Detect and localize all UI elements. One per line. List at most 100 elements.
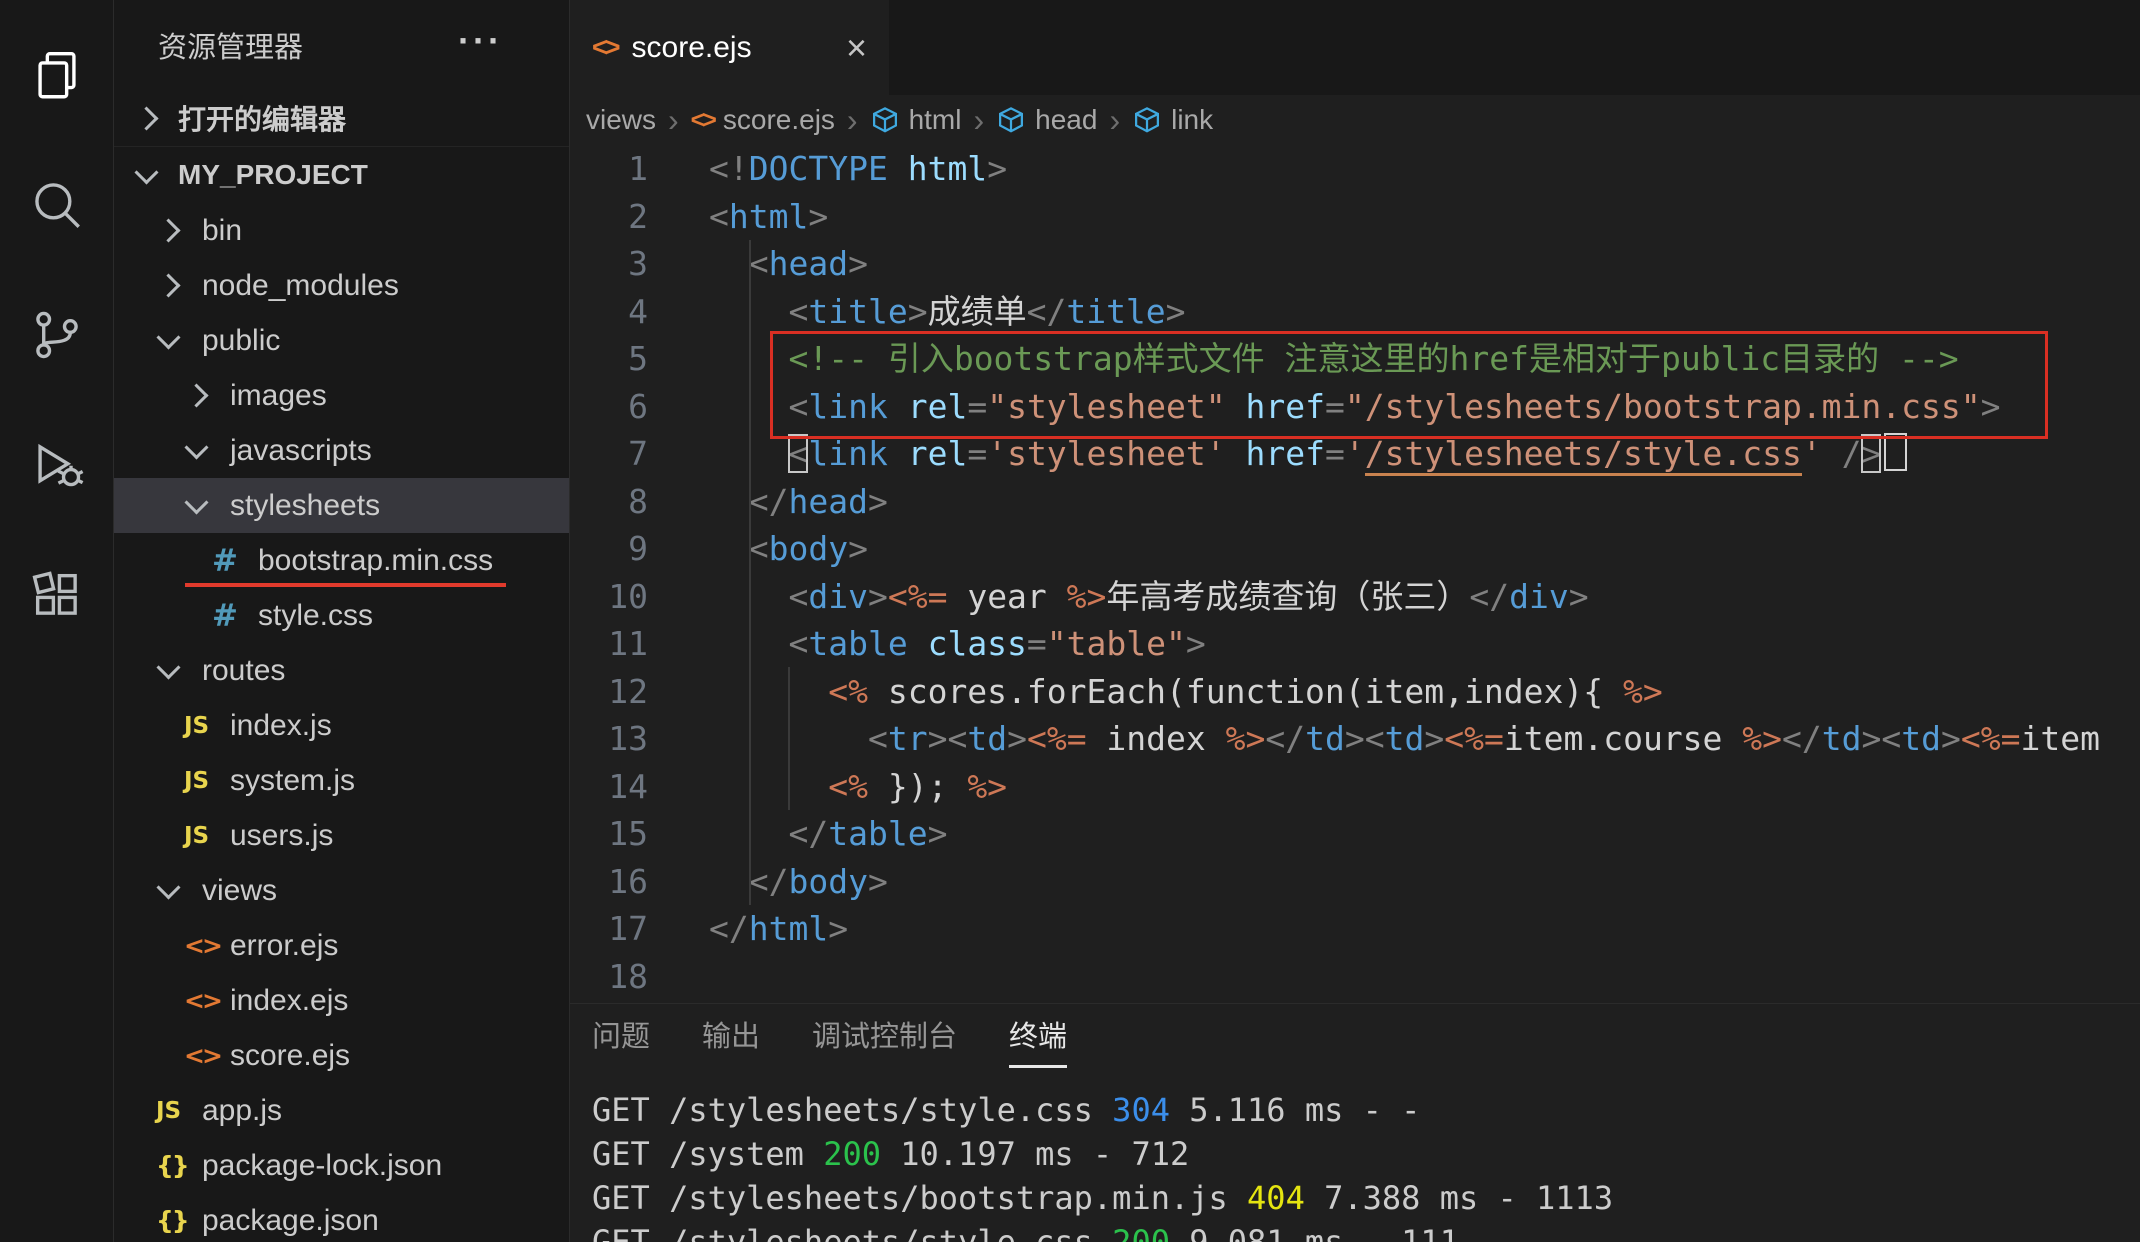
code-line-4[interactable]: 4 <title>成绩单</title> — [570, 288, 2140, 336]
tree-item-javascripts[interactable]: javascripts — [114, 423, 569, 478]
symbol-icon-wrap — [870, 105, 900, 135]
code-line-6[interactable]: 6 <link rel="stylesheet" href="/styleshe… — [570, 383, 2140, 431]
code-line-15[interactable]: 15 </table> — [570, 810, 2140, 858]
sidebar-title: 资源管理器 — [158, 32, 304, 64]
close-icon[interactable]: × — [846, 27, 867, 69]
panel-tabs: 问题 输出 调试控制台 终端 — [570, 1004, 2140, 1076]
tree-item-stylesheets[interactable]: stylesheets — [114, 478, 569, 533]
line-number[interactable]: 12 — [570, 668, 648, 716]
line-number[interactable]: 7 — [570, 430, 648, 478]
terminal-output[interactable]: GET /stylesheets/style.css 304 5.116 ms … — [570, 1076, 2140, 1242]
ejs-file-icon: <> — [184, 986, 223, 1015]
code-line-2[interactable]: 2 <html> — [570, 193, 2140, 241]
code-line-11[interactable]: 11 <table class="table"> — [570, 620, 2140, 668]
tree-item-package-json[interactable]: {} package.json — [114, 1193, 569, 1242]
tree-item-label: users.js — [230, 818, 334, 852]
tree-item-node-modules[interactable]: node_modules — [114, 258, 569, 313]
line-number[interactable]: 6 — [570, 383, 648, 431]
breadcrumb-item-views[interactable]: views — [586, 104, 656, 136]
json-file-icon: {} — [156, 1151, 190, 1180]
code-line-7[interactable]: 7 <link rel='stylesheet' href='/styleshe… — [570, 430, 2140, 478]
line-number[interactable]: 5 — [570, 335, 648, 383]
tree-item-score-ejs[interactable]: <> score.ejs — [114, 1028, 569, 1083]
activity-run-debug-button[interactable] — [0, 400, 113, 530]
tree-item-system-js[interactable]: JS system.js — [114, 753, 569, 808]
source-control-icon — [35, 311, 78, 359]
annotation-underline — [185, 583, 506, 587]
breadcrumb-separator: › — [668, 101, 679, 138]
tab-score-ejs[interactable]: <> score.ejs × — [570, 0, 889, 95]
line-number[interactable]: 16 — [570, 858, 648, 906]
code-line-1[interactable]: 1 <!DOCTYPE html> — [570, 145, 2140, 193]
tree-item-app-js[interactable]: JS app.js — [114, 1083, 569, 1138]
code-line-17[interactable]: 17 </html> — [570, 905, 2140, 953]
tree-item-public[interactable]: public — [114, 313, 569, 368]
line-number[interactable]: 10 — [570, 573, 648, 621]
activity-extensions-button[interactable] — [0, 530, 113, 660]
explorer-files-icon — [37, 52, 76, 99]
tree-item-index-ejs[interactable]: <> index.ejs — [114, 973, 569, 1028]
tree-item-views[interactable]: views — [114, 863, 569, 918]
panel-tab-terminal[interactable]: 终端 — [1009, 1013, 1068, 1068]
js-file-icon: JS — [184, 712, 210, 739]
code-line-14[interactable]: 14 <% }); %> — [570, 763, 2140, 811]
activity-explorer-button[interactable] — [0, 10, 113, 140]
tree-item-error-ejs[interactable]: <> error.ejs — [114, 918, 569, 973]
tree-item-bootstrap-min-css[interactable]: # bootstrap.min.css — [114, 533, 569, 588]
breadcrumb-item-link[interactable]: link — [1132, 104, 1213, 136]
terminal-line: GET /stylesheets/style.css 304 5.116 ms … — [592, 1091, 1421, 1129]
line-number[interactable]: 15 — [570, 810, 648, 858]
line-number[interactable]: 8 — [570, 478, 648, 526]
line-number[interactable]: 1 — [570, 145, 648, 193]
tree-item-style-css[interactable]: # style.css — [114, 588, 569, 643]
line-number[interactable]: 17 — [570, 905, 648, 953]
code-line-3[interactable]: 3 <head> — [570, 240, 2140, 288]
code-line-18[interactable]: 18 — [570, 953, 2140, 1001]
panel-tab-debug-console[interactable]: 调试控制台 — [812, 1013, 957, 1068]
panel-tab-output[interactable]: 输出 — [702, 1013, 760, 1068]
tree-item-package-lock-json[interactable]: {} package-lock.json — [114, 1138, 569, 1193]
code-line-9[interactable]: 9 <body> — [570, 525, 2140, 573]
line-number[interactable]: 18 — [570, 953, 648, 1001]
code-line-13[interactable]: 13 <tr><td><%= index %></td><td><%=item.… — [570, 715, 2140, 763]
tree-item-bin[interactable]: bin — [114, 203, 569, 258]
tree-item-routes[interactable]: routes — [114, 643, 569, 698]
breadcrumb-label: head — [1035, 104, 1098, 135]
panel-tab-problems[interactable]: 问题 — [592, 1013, 650, 1068]
line-number[interactable]: 11 — [570, 620, 648, 668]
line-number[interactable]: 13 — [570, 715, 648, 763]
line-number[interactable]: 3 — [570, 240, 648, 288]
line-number[interactable]: 9 — [570, 525, 648, 573]
tree-item-label: images — [230, 378, 327, 412]
tree-item-label: score.ejs — [230, 1038, 351, 1072]
symbol-icon — [1135, 107, 1160, 133]
tree-item-images[interactable]: images — [114, 368, 569, 423]
activity-search-button[interactable] — [0, 140, 113, 270]
code-line-12[interactable]: 12 <% scores.forEach(function(item,index… — [570, 668, 2140, 716]
line-number[interactable]: 4 — [570, 288, 648, 336]
tree-item-users-js[interactable]: JS users.js — [114, 808, 569, 863]
code-line-8[interactable]: 8 </head> — [570, 478, 2140, 526]
chevron-down-icon — [184, 435, 209, 460]
tree-item-index-js[interactable]: JS index.js — [114, 698, 569, 753]
breadcrumb-item-score-ejs[interactable]: <> score.ejs — [691, 104, 835, 136]
terminal-line: GET /stylesheets/style.css 200 9.081 ms … — [592, 1223, 1459, 1242]
activity-source-control-button[interactable] — [0, 270, 113, 400]
code-editor[interactable]: 1 <!DOCTYPE html> 2 <html> 3 <head> 4 <title>… — [570, 145, 2140, 1003]
line-number[interactable]: 14 — [570, 763, 648, 811]
code-line-text: <link rel="stylesheet" href="/stylesheet… — [788, 386, 2001, 426]
project-section-header[interactable]: MY_PROJECT — [114, 147, 569, 203]
breadcrumb-item-head[interactable]: head — [996, 104, 1097, 136]
more-actions-button[interactable]: ··· — [458, 20, 503, 62]
code-line-5[interactable]: 5 <!-- 引入bootstrap样式文件 注意这里的href是相对于publ… — [570, 335, 2140, 383]
open-editors-section[interactable]: 打开的编辑器 — [114, 90, 569, 147]
tree-item-label: public — [202, 323, 281, 357]
code-line-10[interactable]: 10 <div><%= year %>年高考成绩查询（张三）</div> — [570, 573, 2140, 621]
tree-item-label: app.js — [202, 1093, 283, 1127]
ejs-file-icon: <> — [690, 105, 717, 134]
chevron-right-icon — [156, 218, 181, 243]
code-line-16[interactable]: 16 </body> — [570, 858, 2140, 906]
tree-item-label: views — [202, 873, 278, 907]
breadcrumb-item-html[interactable]: html — [870, 104, 961, 136]
line-number[interactable]: 2 — [570, 193, 648, 241]
